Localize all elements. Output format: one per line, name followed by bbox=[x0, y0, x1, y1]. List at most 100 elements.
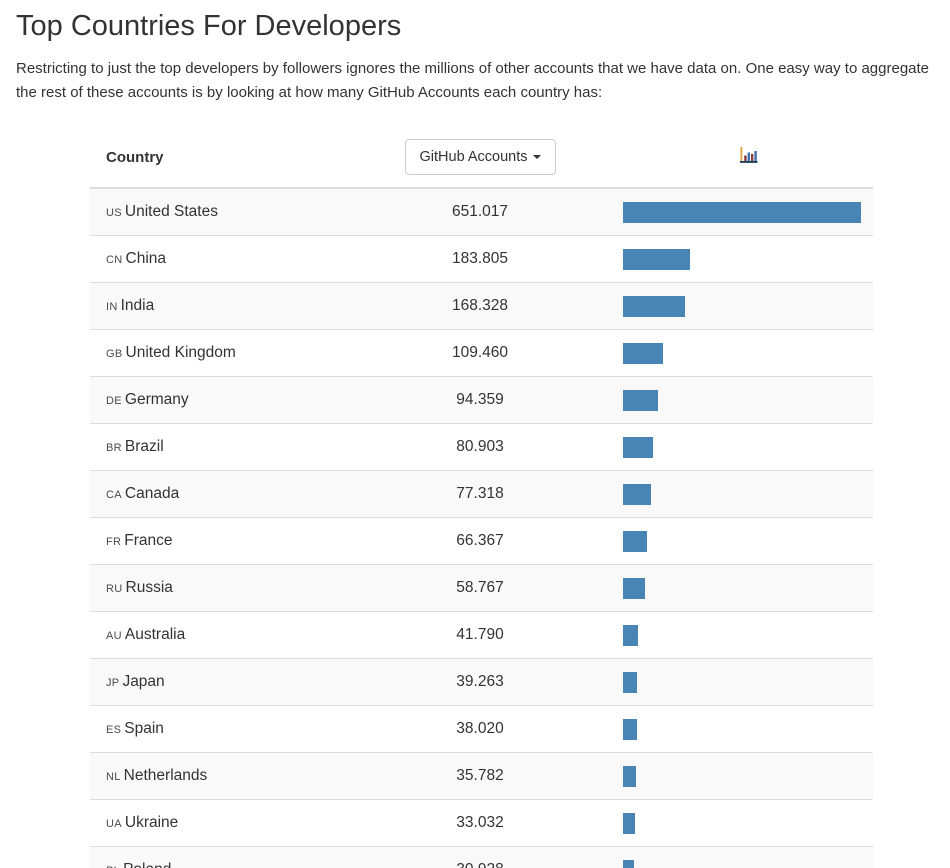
country-name: India bbox=[120, 297, 155, 314]
bar-cell bbox=[623, 658, 873, 706]
accounts-value-cell: 109.460 bbox=[337, 329, 623, 377]
intro-paragraph: Restricting to just the top developers b… bbox=[16, 60, 930, 101]
bar-cell bbox=[623, 423, 873, 471]
table-row: CN China 183.805 bbox=[90, 235, 873, 283]
value-bar bbox=[623, 295, 685, 317]
accounts-value-cell: 30.928 bbox=[337, 846, 623, 868]
accounts-value-cell: 80.903 bbox=[337, 423, 623, 471]
country-name: United Kingdom bbox=[125, 344, 236, 361]
bar-chart-icon bbox=[739, 146, 758, 168]
accounts-value-cell: 651.017 bbox=[337, 187, 623, 236]
accounts-value: 41.790 bbox=[456, 626, 504, 643]
country-code: CN bbox=[106, 254, 123, 266]
country-cell: CA Canada bbox=[90, 470, 337, 518]
bar-cell bbox=[623, 564, 873, 612]
accounts-value-cell: 33.032 bbox=[337, 799, 623, 847]
country-code: NL bbox=[106, 771, 121, 783]
accounts-value: 39.263 bbox=[456, 673, 504, 690]
table-row: GB United Kingdom 109.460 bbox=[90, 329, 873, 377]
value-bar bbox=[623, 718, 637, 740]
accounts-value-cell: 77.318 bbox=[337, 470, 623, 518]
value-bar bbox=[623, 671, 638, 693]
accounts-value: 30.928 bbox=[456, 861, 503, 868]
country-code: DE bbox=[106, 395, 122, 407]
value-bar bbox=[623, 483, 652, 505]
country-cell: JP Japan bbox=[90, 658, 337, 706]
table-row: CA Canada 77.318 bbox=[90, 470, 873, 518]
value-bar bbox=[623, 201, 861, 223]
country-code: BR bbox=[106, 442, 122, 454]
country-name: Poland bbox=[123, 861, 171, 868]
table-body: US United States 651.017 CN China 183.805 … bbox=[90, 187, 873, 868]
country-code: IN bbox=[106, 301, 118, 313]
table-row: BR Brazil 80.903 bbox=[90, 423, 873, 471]
country-accounts-table: Country GitHub Accounts US United States… bbox=[90, 127, 873, 868]
country-name: China bbox=[125, 250, 167, 267]
value-bar bbox=[623, 248, 691, 270]
table-row: JP Japan 39.263 bbox=[90, 658, 873, 706]
country-cell: DE Germany bbox=[90, 376, 337, 424]
bar-cell bbox=[623, 187, 873, 236]
chart-column-header bbox=[623, 127, 873, 189]
value-bar bbox=[623, 389, 658, 411]
country-cell: BR Brazil bbox=[90, 423, 337, 471]
value-bar bbox=[623, 342, 663, 364]
accounts-value: 183.805 bbox=[451, 250, 509, 267]
bar-cell bbox=[623, 517, 873, 565]
accounts-value: 38.020 bbox=[456, 720, 504, 737]
country-code: UA bbox=[106, 818, 122, 830]
country-code: AU bbox=[106, 630, 122, 642]
country-column-header: Country bbox=[90, 127, 337, 189]
accounts-value: 651.017 bbox=[451, 203, 509, 220]
country-name: Germany bbox=[124, 391, 189, 408]
table-row: PLPoland 30.928 bbox=[90, 846, 873, 868]
country-name: Canada bbox=[124, 485, 180, 502]
metric-dropdown-button[interactable]: GitHub Accounts bbox=[404, 138, 556, 176]
accounts-value-cell: 168.328 bbox=[337, 282, 623, 330]
country-cell: CN China bbox=[90, 235, 337, 283]
table-row: ES Spain 38.020 bbox=[90, 705, 873, 753]
country-name: France bbox=[124, 532, 173, 549]
accounts-value: 80.903 bbox=[456, 438, 504, 455]
table-row: RU Russia 58.767 bbox=[90, 564, 873, 612]
value-bar bbox=[623, 530, 648, 552]
table-row: DE Germany 94.359 bbox=[90, 376, 873, 424]
country-cell: IN India bbox=[90, 282, 337, 330]
page: Top Countries For Developers Restricting… bbox=[0, 0, 950, 868]
country-name: Brazil bbox=[124, 438, 164, 455]
accounts-value-cell: 183.805 bbox=[337, 235, 623, 283]
bar-cell bbox=[623, 846, 873, 868]
country-code: GB bbox=[106, 348, 123, 360]
table-row: AU Australia 41.790 bbox=[90, 611, 873, 659]
accounts-value-cell: 66.367 bbox=[337, 517, 623, 565]
bar-cell bbox=[623, 799, 873, 847]
country-code: JP bbox=[106, 677, 120, 689]
accounts-value-cell: 58.767 bbox=[337, 564, 623, 612]
accounts-value-cell: 35.782 bbox=[337, 752, 623, 800]
table-header: Country GitHub Accounts bbox=[90, 127, 873, 189]
country-code: RU bbox=[106, 583, 123, 595]
country-cell: ES Spain bbox=[90, 705, 337, 753]
metric-column-header: GitHub Accounts bbox=[337, 127, 623, 189]
table-row: FR France 66.367 bbox=[90, 517, 873, 565]
accounts-value: 94.359 bbox=[456, 391, 504, 408]
caret-down-icon bbox=[532, 154, 541, 159]
country-name: Ukraine bbox=[124, 814, 179, 831]
bar-cell bbox=[623, 282, 873, 330]
country-cell: NL Netherlands bbox=[90, 752, 337, 800]
country-cell: GB United Kingdom bbox=[90, 329, 337, 377]
country-code: ES bbox=[106, 724, 122, 736]
bar-cell bbox=[623, 611, 873, 659]
bar-cell bbox=[623, 376, 873, 424]
value-bar bbox=[623, 577, 645, 599]
value-bar bbox=[623, 436, 653, 458]
accounts-value-cell: 39.263 bbox=[337, 658, 623, 706]
country-name: United States bbox=[124, 203, 218, 220]
country-name: Russia bbox=[125, 579, 173, 596]
table-header-row: Country GitHub Accounts bbox=[90, 127, 873, 189]
country-name: Netherlands bbox=[123, 767, 208, 784]
country-code: CA bbox=[106, 489, 122, 501]
table-row: NL Netherlands 35.782 bbox=[90, 752, 873, 800]
bar-cell bbox=[623, 470, 873, 518]
value-bar bbox=[623, 765, 637, 787]
